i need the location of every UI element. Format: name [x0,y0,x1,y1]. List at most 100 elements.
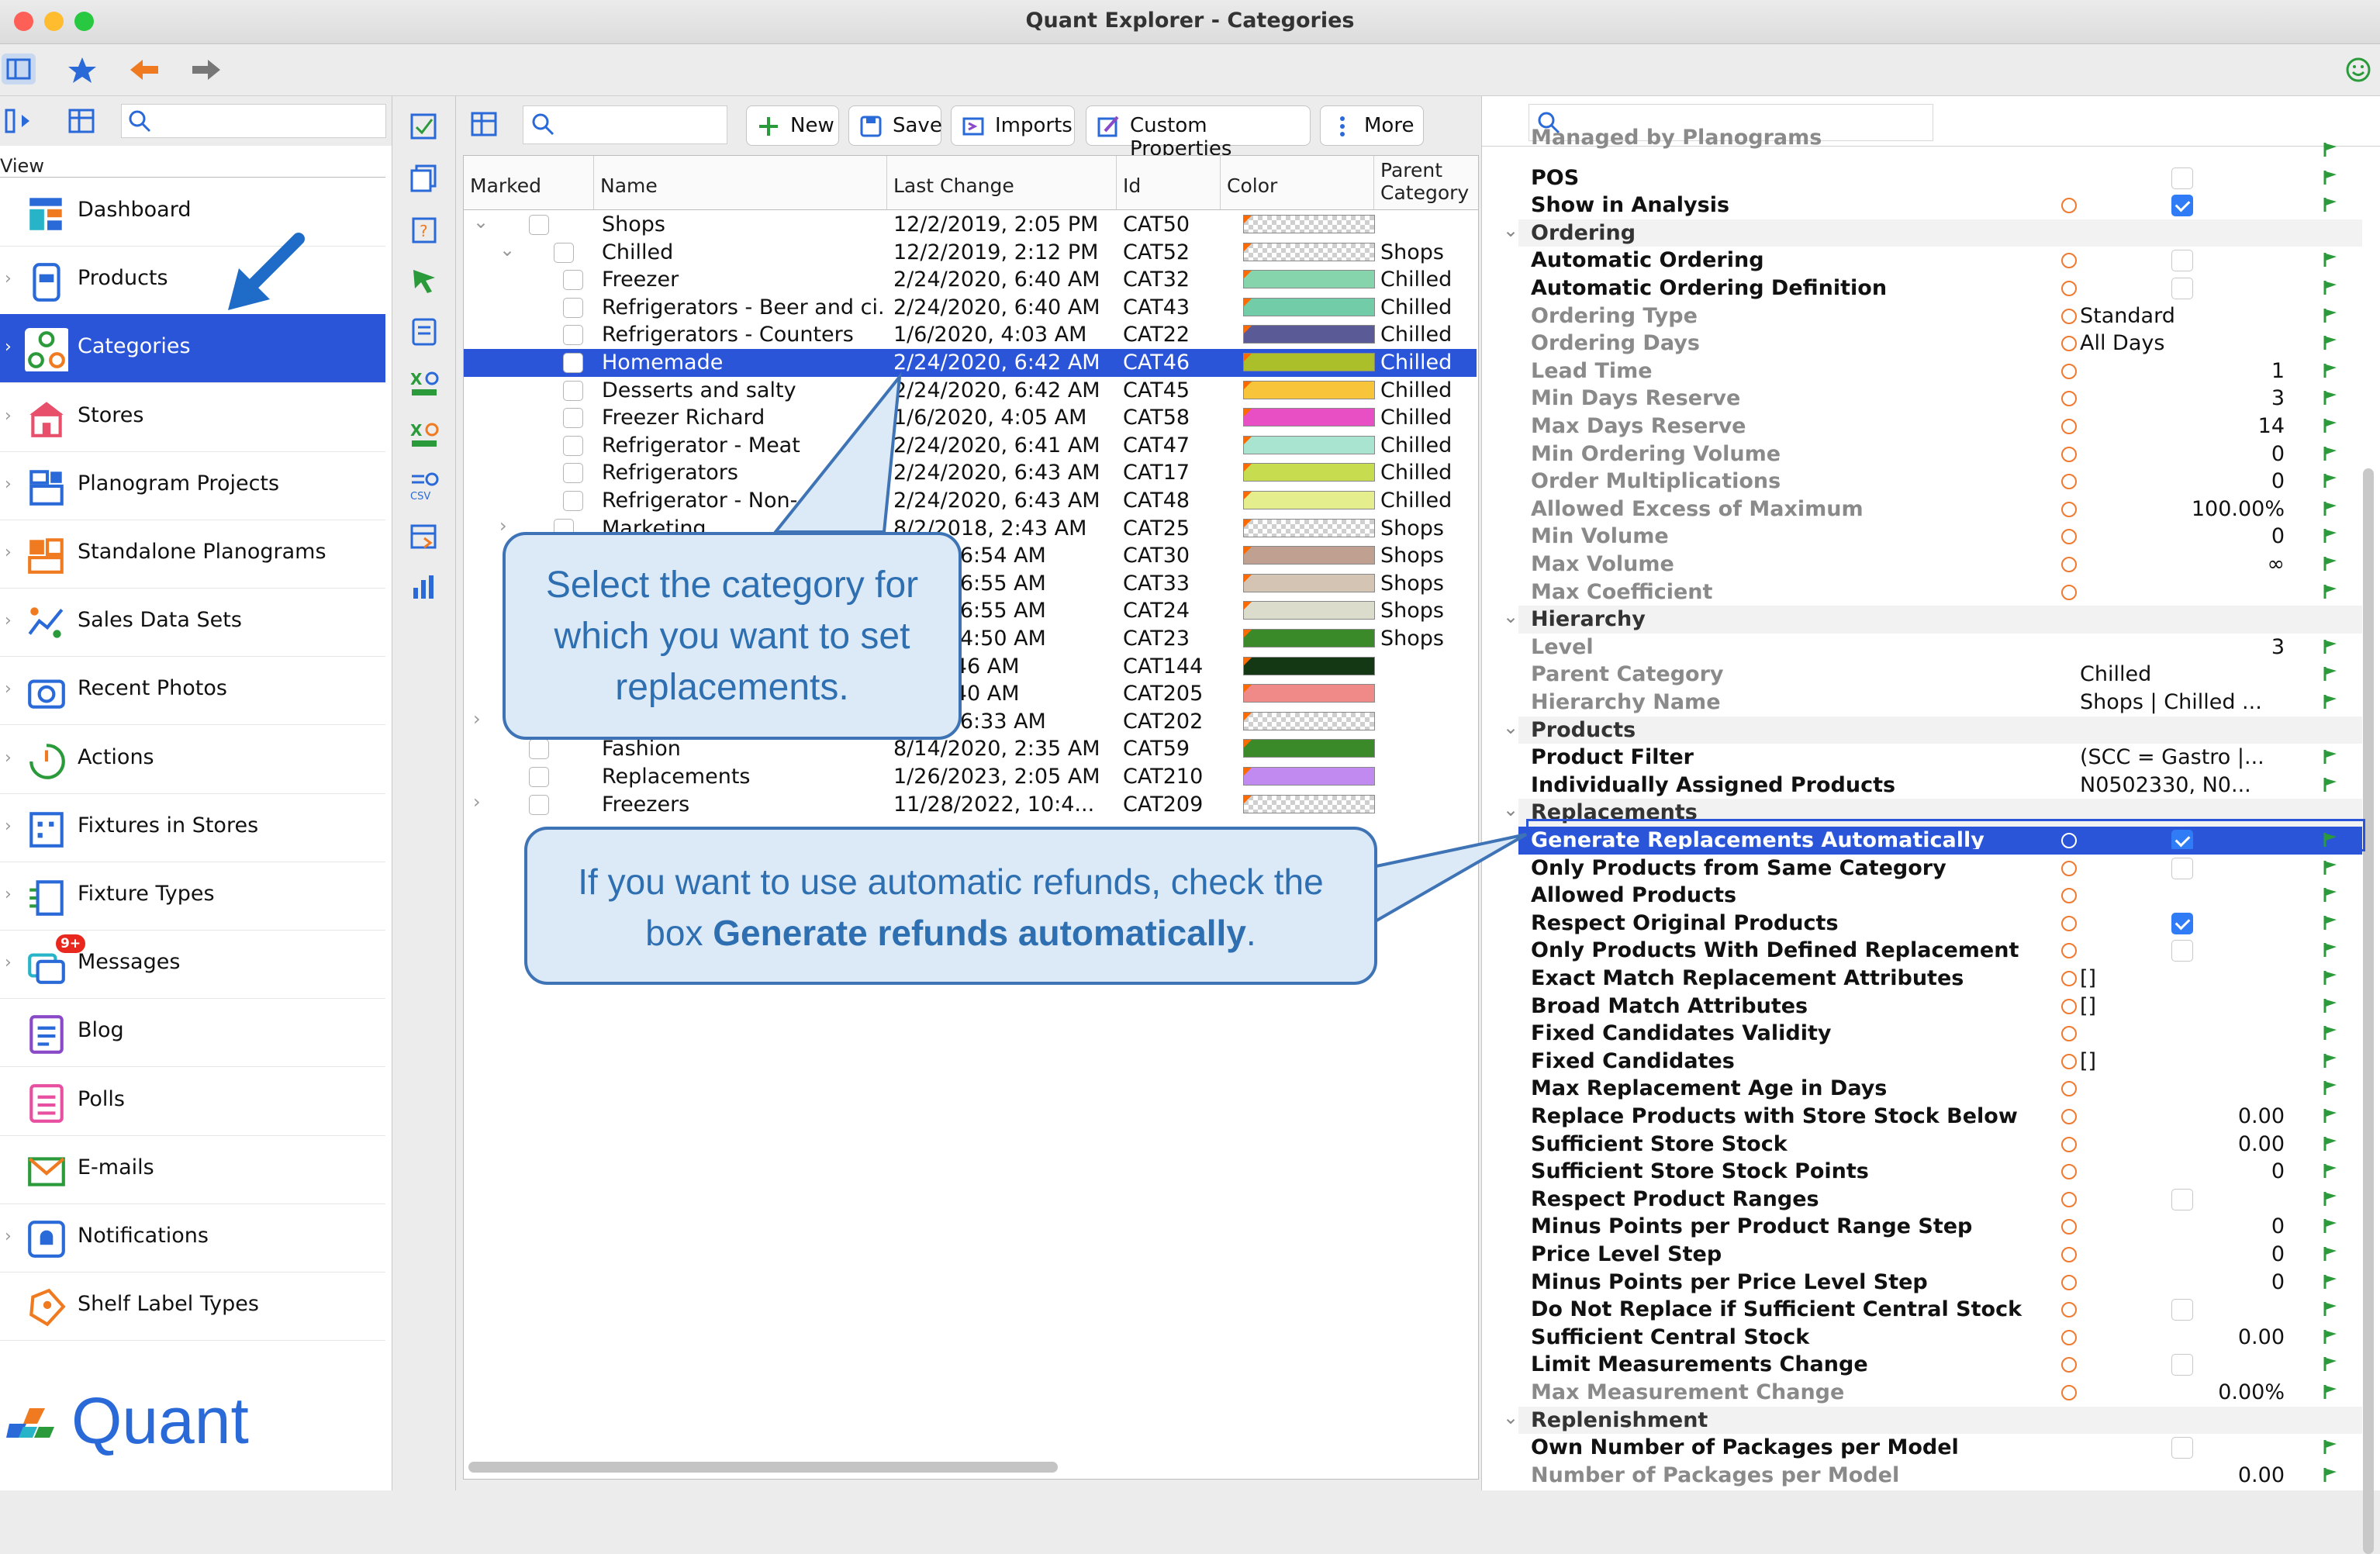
chevron-right-icon[interactable]: › [5,611,12,630]
color-swatch[interactable] [1243,767,1375,786]
sidebar-item-standalone-planograms[interactable]: › Standalone Planograms [0,520,385,589]
table-row[interactable]: ⌄ Shops 12/2/2019, 2:05 PM CAT50 [464,211,1477,239]
inherit-origin-icon[interactable] [2061,1302,2077,1318]
flag-icon[interactable] [2322,859,2339,876]
flag-icon[interactable] [2322,169,2339,186]
mark-checkbox[interactable] [563,297,583,318]
excel-import-icon[interactable]: X [409,419,440,450]
flag-icon[interactable] [2322,1190,2339,1207]
inherit-origin-icon[interactable] [2061,860,2077,876]
property-value[interactable]: [] [2080,1049,2096,1073]
bar-chart-icon[interactable] [409,572,440,603]
chevron-down-icon[interactable]: ⌄ [1503,606,1518,627]
flag-icon[interactable] [2322,279,2339,296]
mark-checkbox[interactable] [529,794,549,815]
property-checkbox[interactable] [2171,912,2193,934]
imports-button[interactable]: Imports [951,105,1075,146]
sidebar-item-e-mails[interactable]: E-mails [0,1135,385,1204]
color-swatch[interactable] [1243,656,1375,675]
color-swatch[interactable] [1243,353,1375,371]
inherit-origin-icon[interactable] [2061,308,2077,324]
color-swatch[interactable] [1243,711,1375,730]
property-row[interactable]: Fixed Candidates Validity [1518,1020,2362,1048]
flag-icon[interactable] [2322,997,2339,1014]
sidebar-item-planogram-projects[interactable]: › Planogram Projects [0,451,385,520]
color-swatch[interactable] [1243,435,1375,454]
chevron-right-icon[interactable]: › [473,791,481,813]
flag-icon[interactable] [2322,969,2339,986]
property-number[interactable]: 0 [2271,1159,2285,1183]
flag-icon[interactable] [2322,1466,2339,1483]
inherit-origin-icon[interactable] [2061,446,2077,462]
flag-icon[interactable] [2322,1107,2339,1124]
property-section[interactable]: ⌄ Ordering [1503,219,2362,247]
property-number[interactable]: 1 [2271,359,2285,383]
color-swatch[interactable] [1243,215,1375,233]
chevron-right-icon[interactable]: › [5,817,12,836]
property-number[interactable]: 0.00% [2218,1380,2285,1404]
flag-icon[interactable] [2322,196,2339,213]
property-number[interactable]: 0.00 [2238,1463,2285,1487]
property-number[interactable]: 100.00% [2192,497,2285,521]
property-row[interactable]: Minus Points per Product Range Step 0 [1518,1213,2362,1241]
color-swatch[interactable] [1243,270,1375,289]
property-row[interactable]: Min Volume 0 [1518,523,2362,551]
property-number[interactable]: 0 [2271,1214,2285,1238]
sidebar-item-fixtures-in-stores[interactable]: › Fixtures in Stores [0,793,385,862]
check-list-icon[interactable] [409,112,440,143]
flag-icon[interactable] [2322,1438,2339,1456]
property-row[interactable]: Automatic Ordering [1518,247,2362,275]
inherit-origin-icon[interactable] [2061,391,2077,407]
property-number[interactable]: 0 [2271,1270,2285,1294]
property-value[interactable]: (SCC = Gastro |... [2080,745,2264,769]
flag-icon[interactable] [2322,1245,2339,1262]
flag-icon[interactable] [2322,1355,2339,1373]
inherit-origin-icon[interactable] [2061,281,2077,296]
sidebar-item-notifications[interactable]: › Notifications [0,1203,385,1273]
table-row[interactable]: Refrigerators - Counters 1/6/2020, 4:03 A… [464,321,1477,349]
property-row[interactable]: Automatic Ordering Definition [1518,275,2362,302]
inherit-origin-icon[interactable] [2061,584,2077,600]
collapse-panel-icon[interactable] [3,107,34,135]
flag-icon[interactable] [2322,638,2339,655]
property-row[interactable]: Respect Product Ranges [1518,1186,2362,1214]
inherit-origin-icon[interactable] [2061,1026,2077,1042]
flag-icon[interactable] [2322,1300,2339,1317]
sidebar-item-fixture-types[interactable]: › Fixture Types [0,862,385,931]
property-row[interactable]: Price Level Step 0 [1518,1241,2362,1269]
property-value[interactable]: [] [2080,966,2096,990]
flag-icon[interactable] [2322,914,2339,931]
property-checkbox[interactable] [2171,278,2193,299]
mark-checkbox[interactable] [529,215,549,235]
property-row[interactable]: Respect Original Products [1518,910,2362,938]
inherit-origin-icon[interactable] [2061,1053,2077,1069]
color-swatch[interactable] [1243,325,1375,344]
flag-icon[interactable] [2322,693,2339,710]
property-checkbox[interactable] [2171,1188,2193,1210]
property-section[interactable]: ⌄ Products [1503,716,2362,744]
chevron-right-icon[interactable]: › [5,885,12,904]
forward-arrow-icon[interactable] [191,57,222,83]
property-row[interactable]: Ordering Days All Days [1518,330,2362,357]
property-value[interactable]: [] [2080,994,2096,1018]
flag-icon[interactable] [2322,334,2339,351]
cursor-select-icon[interactable] [409,265,440,296]
property-row[interactable]: Lead Time 1 [1518,357,2362,385]
property-row[interactable]: Own Number of Packages per Model [1518,1434,2362,1462]
inherit-origin-icon[interactable] [2061,557,2077,572]
inherit-origin-icon[interactable] [2061,915,2077,931]
property-value[interactable]: Shops | Chilled ... [2080,690,2262,714]
property-checkbox[interactable] [2171,857,2193,879]
mark-checkbox[interactable] [554,242,574,263]
inherit-origin-icon[interactable] [2061,501,2077,517]
sidebar-search-input[interactable] [121,104,386,138]
property-row[interactable]: Max Days Reserve 14 [1518,413,2362,440]
color-swatch[interactable] [1243,408,1375,427]
property-row[interactable]: Min Ordering Volume 0 [1518,440,2362,468]
sidebar-item-products[interactable]: › Products [0,246,385,316]
property-row[interactable]: Managed by Planograms [1518,126,2362,164]
property-row[interactable]: Replace Products with Store Stock Below 0… [1518,1103,2362,1131]
flag-icon[interactable] [2322,1135,2339,1152]
horizontal-scrollbar[interactable] [468,1462,1058,1473]
sidebar-item-recent-photos[interactable]: › Recent Photos [0,656,385,726]
